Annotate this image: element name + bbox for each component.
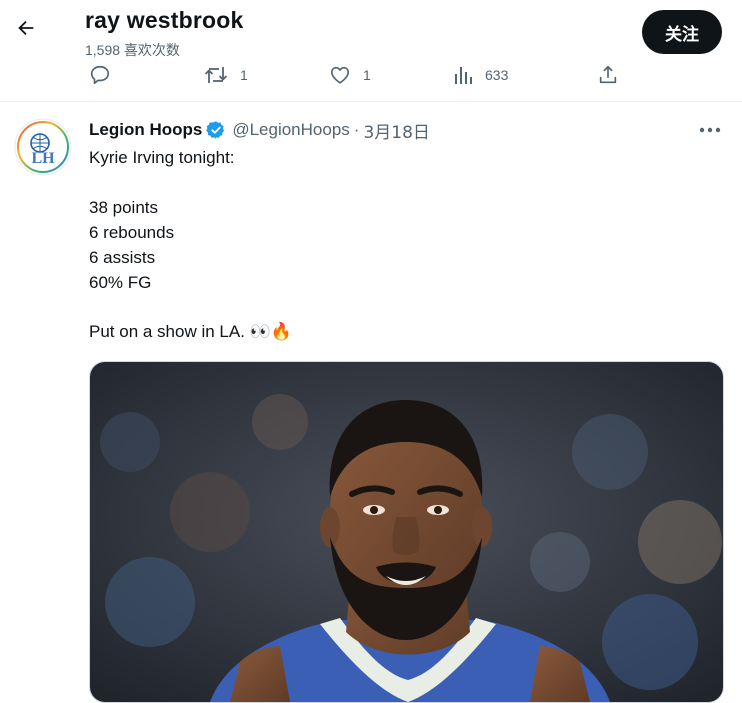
retweet-icon [204,67,228,83]
verified-badge [206,120,226,140]
author-handle[interactable]: @LegionHoops [232,120,349,140]
tweet-date[interactable]: 3月18日 [363,118,429,143]
share-button[interactable] [597,60,631,90]
tweet-line: Kyrie Irving tonight: [89,148,235,167]
more-options-button[interactable] [696,118,724,142]
follow-button[interactable]: 关注 [642,10,722,54]
tweet-header: Legion Hoops @LegionHoops · 3月18日 [89,118,430,143]
profile-title: ray westbrook [85,7,244,33]
like-count: 1 [363,67,371,83]
tweet-line: 60% FG [89,273,152,292]
reply-button[interactable] [89,60,123,90]
verified-badge-icon [206,121,225,139]
retweet-count: 1 [240,67,248,83]
likes-count-subtitle: 1,598 喜欢次数 [85,42,180,58]
views-count: 633 [485,67,509,83]
heart-icon [330,66,350,84]
page-header: ray westbrook 1,598 喜欢次数 关注 [0,0,742,60]
player-photo [90,362,723,702]
tweet-line: 38 points [89,198,158,217]
author-name[interactable]: Legion Hoops [89,120,202,140]
tweet-line: Put on a show in LA. 👀🔥 [89,322,292,341]
divider [0,101,742,102]
tweet-line: 6 rebounds [89,223,175,242]
share-icon [599,65,617,84]
avatar[interactable]: LH [14,118,72,176]
more-horizontal-icon [699,127,721,133]
like-button[interactable]: 1 [329,60,371,90]
avatar-monogram: LH [31,150,55,167]
tweet-media-image[interactable] [89,361,724,703]
views-button[interactable]: 633 [453,60,508,90]
arrow-left-icon [18,20,34,36]
views-chart-icon [455,67,472,84]
tweet-line: 6 assists [89,248,156,267]
separator-dot: · [353,120,360,139]
retweet-button[interactable]: 1 [204,60,248,90]
reply-icon [90,65,110,85]
tweet-action-bar: 1 1 633 [0,60,742,90]
back-button[interactable] [8,10,44,46]
